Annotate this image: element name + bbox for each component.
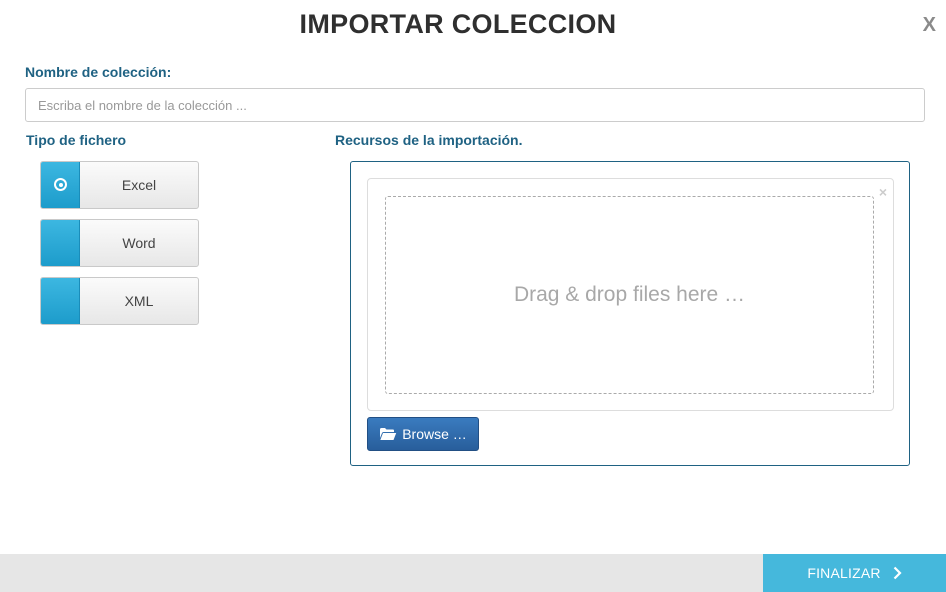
file-type-option-label: XML — [124, 293, 154, 309]
file-type-label: Tipo de fichero — [26, 132, 127, 148]
file-type-option-label: Word — [122, 235, 156, 251]
drop-zone[interactable]: Drag & drop files here … — [385, 196, 874, 394]
collection-name-label: Nombre de colección: — [25, 64, 172, 80]
radio-toggle[interactable] — [41, 162, 80, 208]
file-type-option-excel[interactable]: Excel — [40, 161, 199, 209]
file-preview-frame: × Drag & drop files here … — [367, 178, 894, 411]
file-type-option-xml[interactable]: XML — [40, 277, 199, 325]
radio-checked-icon — [54, 178, 67, 191]
finish-button-label: FINALIZAR — [807, 565, 881, 581]
finish-button[interactable]: FINALIZAR — [763, 554, 946, 592]
dialog-footer: FINALIZAR — [0, 554, 946, 592]
radio-toggle[interactable] — [41, 278, 80, 324]
folder-open-icon — [380, 428, 397, 440]
file-type-option-label: Excel — [121, 177, 157, 193]
radio-toggle[interactable] — [41, 220, 80, 266]
browse-button-label: Browse … — [402, 426, 467, 442]
chevron-right-icon — [893, 566, 902, 580]
file-type-option-word[interactable]: Word — [40, 219, 199, 267]
import-collection-dialog: IMPORTAR COLECCION X Nombre de colección… — [0, 0, 946, 592]
browse-button[interactable]: Browse … — [367, 417, 479, 451]
close-button[interactable]: X — [923, 14, 936, 37]
collection-name-input[interactable] — [25, 88, 925, 122]
remove-files-button[interactable]: × — [879, 185, 887, 199]
dialog-title: IMPORTAR COLECCION — [299, 9, 617, 39]
file-upload-panel: × Drag & drop files here … Browse … — [350, 161, 910, 466]
drop-zone-text: Drag & drop files here … — [513, 283, 746, 306]
import-resources-label: Recursos de la importación. — [335, 132, 523, 148]
